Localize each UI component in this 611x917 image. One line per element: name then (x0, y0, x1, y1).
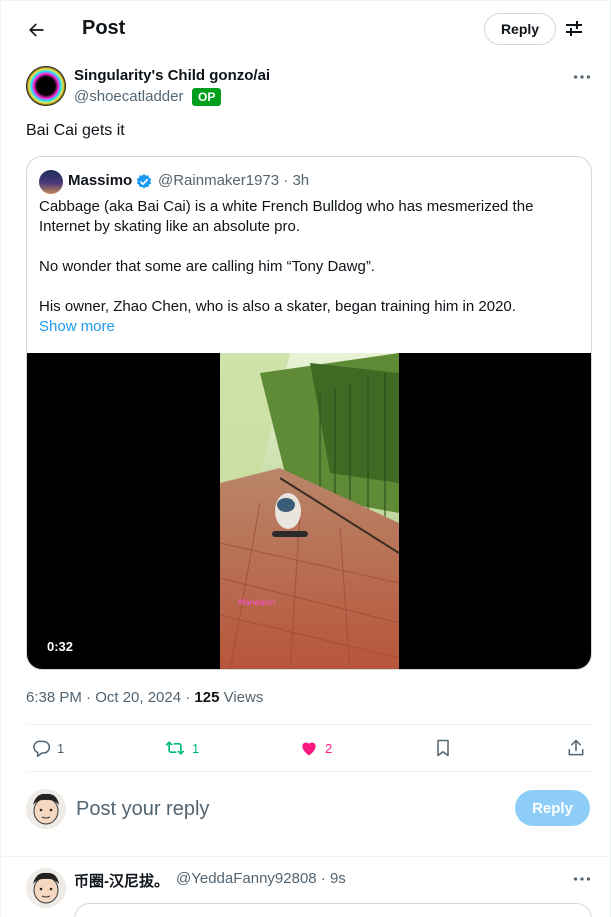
video-duration: 0:32 (47, 639, 74, 654)
video-thumbnail[interactable]: Mandarin (220, 353, 399, 669)
share-action[interactable] (566, 737, 586, 759)
repost-action[interactable]: 1 (164, 737, 199, 759)
show-more-link[interactable]: Show more (39, 318, 115, 335)
divider (26, 724, 592, 725)
like-count: 2 (325, 740, 333, 756)
top-bar: Post Reply (1, 0, 610, 56)
arrow-left-icon (29, 23, 44, 37)
page-title: Post (82, 17, 126, 39)
reply-input[interactable] (76, 795, 496, 823)
back-button[interactable] (19, 13, 53, 47)
reply-author-name[interactable]: 币圈-汉尼拔。 (74, 870, 169, 891)
quoted-post-text: Cabbage (aka Bai Cai) is a white French … (39, 197, 579, 317)
author-handle[interactable]: @shoecatladder (74, 88, 183, 105)
share-icon (568, 739, 584, 756)
quoted-paragraph-3: His owner, Zhao Chen, who is also a skat… (39, 298, 516, 315)
repost-count: 1 (192, 740, 200, 756)
quoted-author-avatar[interactable] (39, 170, 63, 194)
views-count: 125 (194, 689, 220, 706)
views-label: Views (219, 689, 264, 706)
quoted-author-meta: @Rainmaker1973 · 3h (158, 172, 310, 189)
quoted-paragraph-2: No wonder that some are calling him “Ton… (39, 258, 375, 275)
sliders-icon[interactable] (562, 16, 586, 40)
more-options-icon[interactable] (571, 868, 593, 890)
author-avatar[interactable] (26, 66, 66, 106)
video-player[interactable]: Mandarin 0:32 (27, 353, 591, 669)
reply-author-avatar[interactable] (26, 868, 66, 908)
op-badge: OP (192, 88, 222, 106)
like-action[interactable]: 2 (299, 737, 332, 759)
quoted-post-card[interactable]: Massimo @Rainmaker1973 · 3h Cabbage (aka… (26, 156, 592, 670)
reply-submit-button[interactable]: Reply (515, 790, 590, 826)
author-name[interactable]: Singularity's Child gonzo/ai (74, 67, 270, 84)
heart-icon (302, 742, 316, 756)
repost-icon (165, 741, 185, 755)
post-text: Bai Cai gets it (26, 122, 125, 139)
reply-count: 1 (57, 740, 65, 756)
divider (26, 771, 592, 772)
post-page: Post Reply Singularity's Child gonzo/ai … (0, 0, 611, 917)
reply-action[interactable]: 1 (31, 737, 64, 759)
quoted-author-name[interactable]: Massimo (68, 172, 132, 189)
reply-embedded-card[interactable] (74, 903, 592, 917)
svg-text:Mandarin: Mandarin (238, 598, 275, 607)
reply-header-button[interactable]: Reply (484, 13, 556, 45)
bookmark-icon (437, 739, 449, 757)
verified-badge-icon (135, 173, 153, 191)
comment-icon (33, 740, 51, 758)
bookmark-action[interactable] (433, 737, 453, 759)
reply-author-meta: @YeddaFanny92808 · 9s (176, 870, 346, 887)
divider (1, 856, 610, 857)
quoted-paragraph-1: Cabbage (aka Bai Cai) is a white French … (39, 198, 534, 235)
my-avatar[interactable] (26, 789, 66, 829)
post-timestamp: 6:38 PM · Oct 20, 2024 · 125 Views (26, 689, 263, 706)
more-options-icon[interactable] (571, 66, 593, 88)
timestamp-text: 6:38 PM · Oct 20, 2024 · (26, 689, 195, 706)
